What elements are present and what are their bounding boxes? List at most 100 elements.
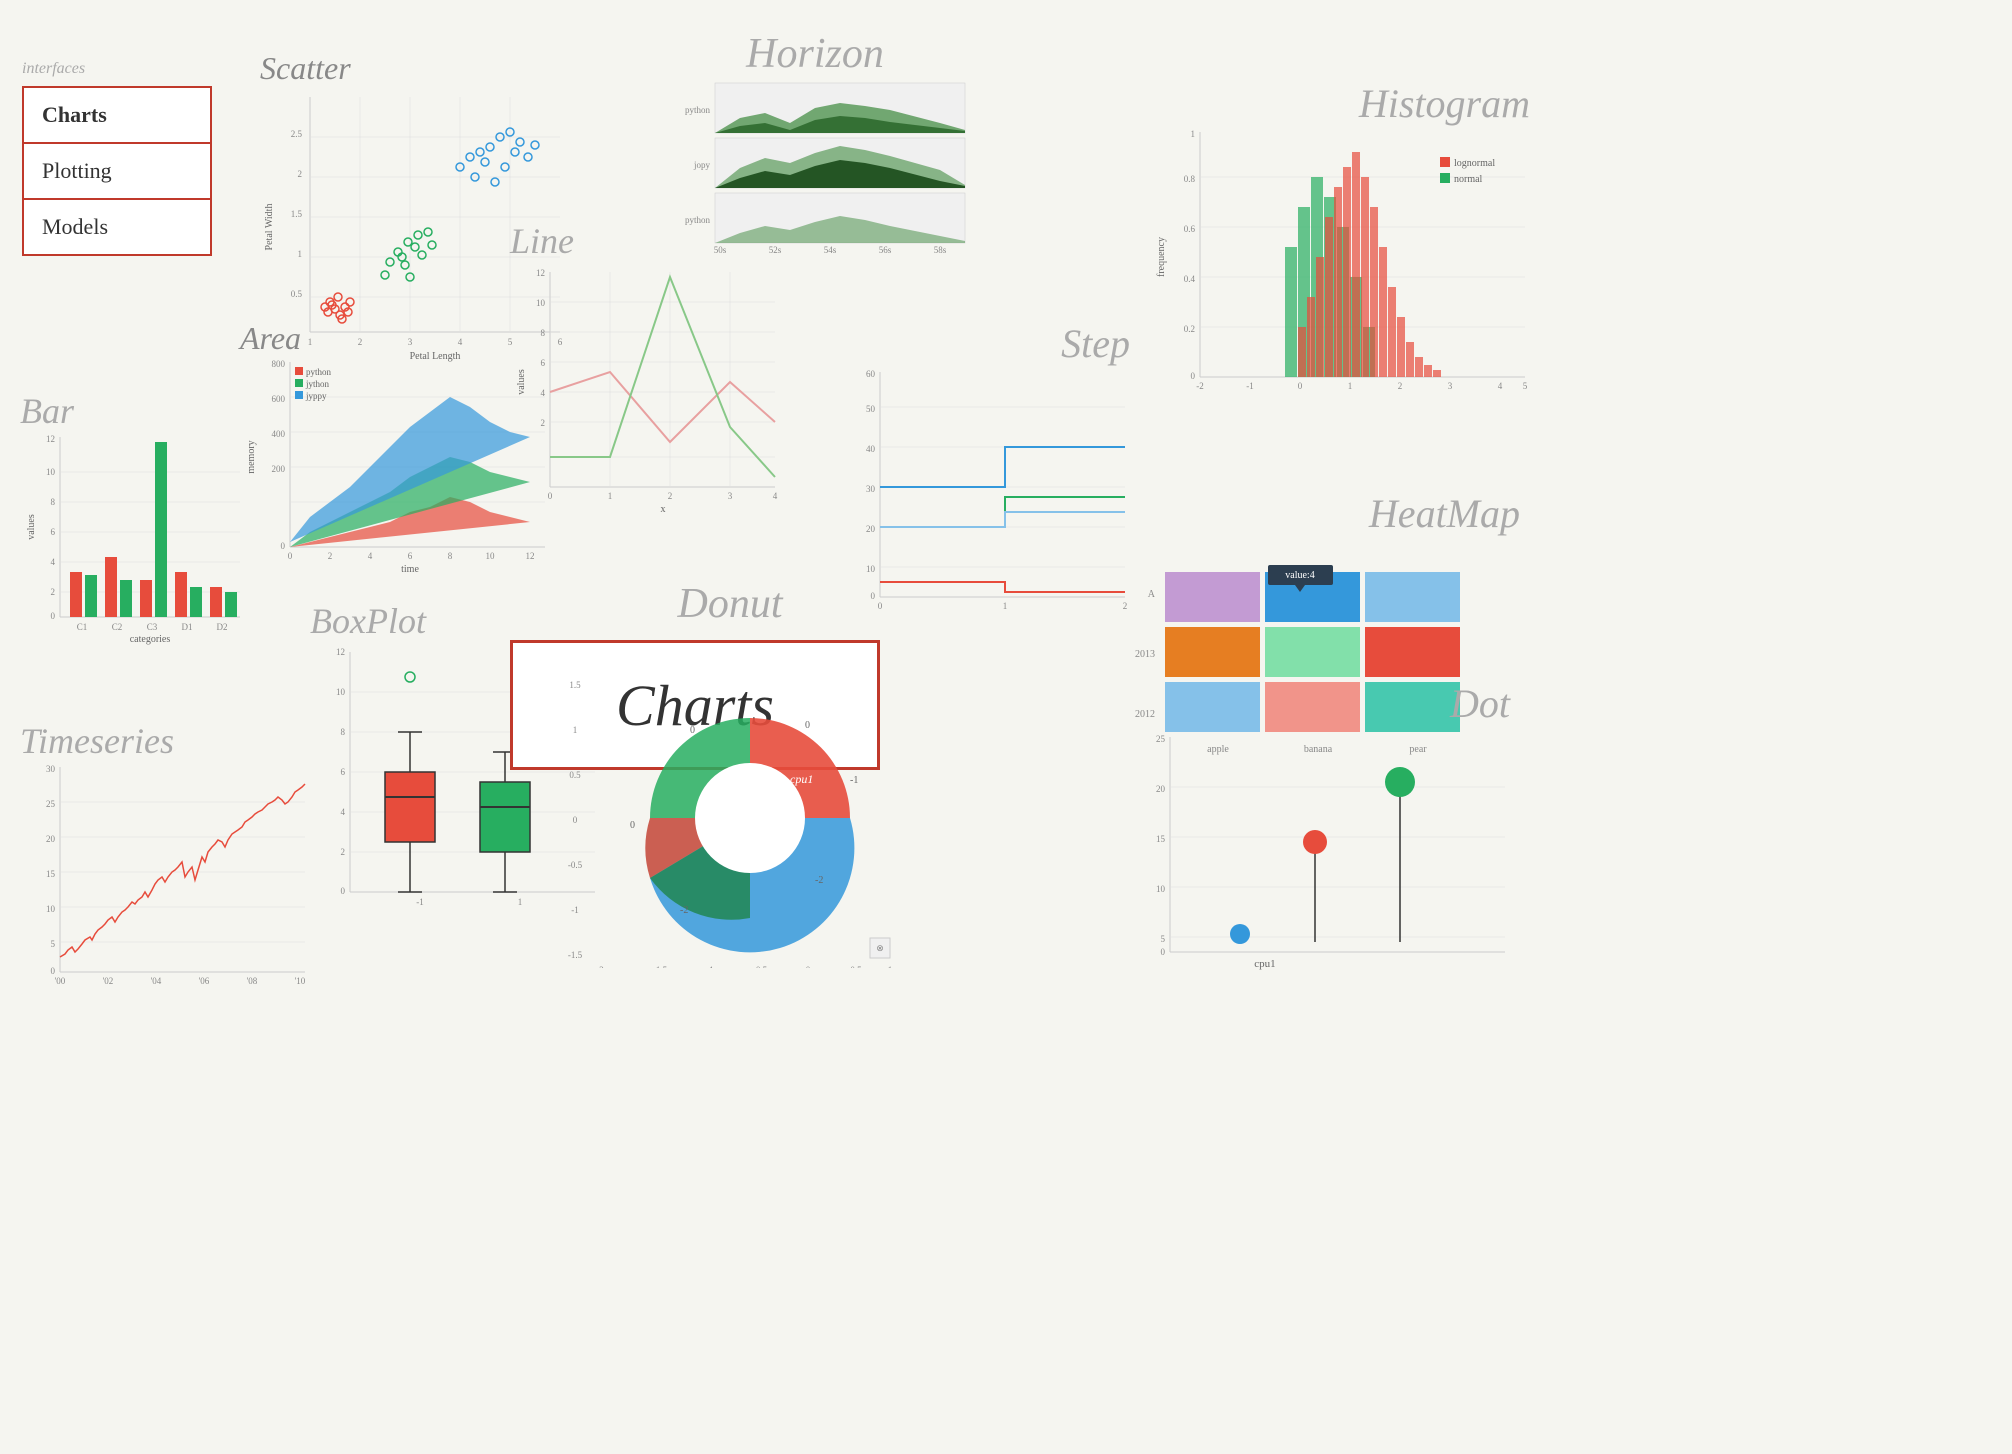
svg-text:12: 12 xyxy=(46,434,55,444)
svg-text:3: 3 xyxy=(1448,381,1453,391)
svg-text:8: 8 xyxy=(448,551,453,561)
svg-text:2: 2 xyxy=(1398,381,1403,391)
area-chart-wrap: Area 800 600 400 200 0 0 2 4 6 8 10 12 t… xyxy=(240,320,550,582)
boxplot-title: BoxPlot xyxy=(310,600,600,642)
svg-text:10: 10 xyxy=(46,904,56,914)
svg-text:A: A xyxy=(1148,589,1156,600)
bar-svg: 12 10 8 6 4 2 0 C1 C2 C3 D1 D2 categorie… xyxy=(20,432,250,652)
svg-text:50: 50 xyxy=(866,404,876,414)
svg-text:25: 25 xyxy=(46,799,56,809)
svg-text:400: 400 xyxy=(272,429,286,439)
horizon-title: Horizon xyxy=(660,30,970,78)
svg-text:2: 2 xyxy=(328,551,333,561)
svg-text:1: 1 xyxy=(1003,601,1008,611)
svg-text:-0.5: -0.5 xyxy=(753,965,768,968)
svg-text:2: 2 xyxy=(541,418,546,428)
svg-text:'08: '08 xyxy=(247,976,258,986)
svg-text:40: 40 xyxy=(866,444,876,454)
svg-text:8: 8 xyxy=(341,727,346,737)
svg-text:6: 6 xyxy=(51,527,56,537)
histogram-title: Histogram xyxy=(1150,80,1530,127)
svg-text:categories: categories xyxy=(130,634,171,645)
timeseries-title: Timeseries xyxy=(20,720,310,762)
svg-text:15: 15 xyxy=(1156,834,1166,844)
svg-text:12: 12 xyxy=(336,647,345,657)
svg-text:'06: '06 xyxy=(199,976,210,986)
histogram-svg: 1 0.8 0.6 0.4 0.2 0 -2 -1 0 1 2 3 4 5 fr… xyxy=(1150,127,1530,417)
area-svg: 800 600 400 200 0 0 2 4 6 8 10 12 time m… xyxy=(240,357,550,577)
sidebar-item-models[interactable]: Models xyxy=(24,200,210,254)
svg-text:5: 5 xyxy=(1523,381,1528,391)
svg-text:-1: -1 xyxy=(1246,381,1254,391)
svg-text:-1.5: -1.5 xyxy=(653,965,668,968)
heatmap-title: HeatMap xyxy=(1120,490,1520,537)
svg-text:time: time xyxy=(401,564,419,575)
svg-text:2.5: 2.5 xyxy=(291,129,303,139)
svg-text:-2: -2 xyxy=(680,905,688,916)
svg-text:0.5: 0.5 xyxy=(569,770,581,780)
svg-text:0.5: 0.5 xyxy=(291,289,303,299)
svg-text:D1: D1 xyxy=(182,622,193,632)
svg-text:0.2: 0.2 xyxy=(1184,324,1195,334)
svg-text:cpu3: cpu3 xyxy=(755,852,778,866)
svg-text:0: 0 xyxy=(281,541,286,551)
svg-text:0: 0 xyxy=(548,491,553,501)
svg-text:4: 4 xyxy=(341,807,346,817)
donut-title: Donut xyxy=(560,580,900,628)
dot-chart-wrap: Dot 25 20 15 10 5 0 cpu1 xyxy=(1120,680,1510,992)
svg-text:12: 12 xyxy=(536,268,545,278)
bar-title: Bar xyxy=(20,390,250,432)
svg-text:-1: -1 xyxy=(416,897,424,907)
svg-text:lognormal: lognormal xyxy=(1454,158,1495,169)
svg-text:200: 200 xyxy=(272,464,286,474)
svg-text:Petal Width: Petal Width xyxy=(264,204,275,251)
interfaces-label: interfaces xyxy=(22,60,212,78)
svg-text:values: values xyxy=(516,369,527,395)
line-svg: 12 10 8 6 4 2 0 1 2 3 4 x values xyxy=(510,262,780,522)
svg-text:values: values xyxy=(26,514,37,540)
horizon-svg: python jopy python 50s 52s 54s 56s 58s xyxy=(660,78,970,253)
svg-text:0: 0 xyxy=(51,611,56,621)
svg-text:10: 10 xyxy=(46,467,56,477)
svg-text:1: 1 xyxy=(608,491,613,501)
sidebar-item-plotting[interactable]: Plotting xyxy=(24,144,210,200)
svg-text:600: 600 xyxy=(272,394,286,404)
svg-text:4: 4 xyxy=(773,491,778,501)
dot-title: Dot xyxy=(1120,680,1510,727)
svg-text:x: x xyxy=(661,504,666,515)
svg-text:10: 10 xyxy=(536,298,546,308)
svg-text:1: 1 xyxy=(888,965,893,968)
bar-chart-wrap: Bar 12 10 8 6 4 2 0 C1 C2 C3 D1 D2 xyxy=(20,390,250,657)
line-chart-wrap: Line 12 10 8 6 4 2 0 1 2 3 4 x values xyxy=(510,220,790,527)
svg-text:0.5: 0.5 xyxy=(850,965,862,968)
svg-text:60: 60 xyxy=(866,369,876,379)
svg-text:4: 4 xyxy=(51,557,56,567)
sidebar-item-charts[interactable]: Charts xyxy=(24,88,210,144)
svg-text:cpu1: cpu1 xyxy=(1254,958,1275,970)
svg-text:-2: -2 xyxy=(1196,381,1204,391)
svg-text:-2: -2 xyxy=(815,875,823,886)
donut-chart-wrap: Donut 1.5 1 0.5 0 -0.5 -1 -1.5 -2 -1.5 -… xyxy=(560,580,900,973)
svg-text:4: 4 xyxy=(541,388,546,398)
svg-text:1: 1 xyxy=(1191,129,1196,139)
svg-text:jython: jython xyxy=(305,379,330,389)
svg-text:'04: '04 xyxy=(151,976,162,986)
svg-text:0.6: 0.6 xyxy=(1184,224,1196,234)
area-title: Area xyxy=(240,320,550,357)
svg-text:D2: D2 xyxy=(217,622,228,632)
svg-text:30: 30 xyxy=(866,484,876,494)
svg-text:-2: -2 xyxy=(596,965,604,968)
svg-text:2013: 2013 xyxy=(1135,649,1155,660)
svg-text:4: 4 xyxy=(1498,381,1503,391)
svg-text:jopy: jopy xyxy=(693,160,711,170)
svg-text:0.4: 0.4 xyxy=(1184,274,1196,284)
svg-text:0: 0 xyxy=(806,965,811,968)
svg-text:54s: 54s xyxy=(824,245,837,253)
sidebar-box: Charts Plotting Models xyxy=(22,86,212,256)
svg-text:0: 0 xyxy=(51,966,56,976)
svg-text:30: 30 xyxy=(46,764,56,774)
svg-text:56s: 56s xyxy=(879,245,892,253)
svg-text:6: 6 xyxy=(341,767,346,777)
svg-text:0: 0 xyxy=(1298,381,1303,391)
svg-text:12: 12 xyxy=(526,551,535,561)
